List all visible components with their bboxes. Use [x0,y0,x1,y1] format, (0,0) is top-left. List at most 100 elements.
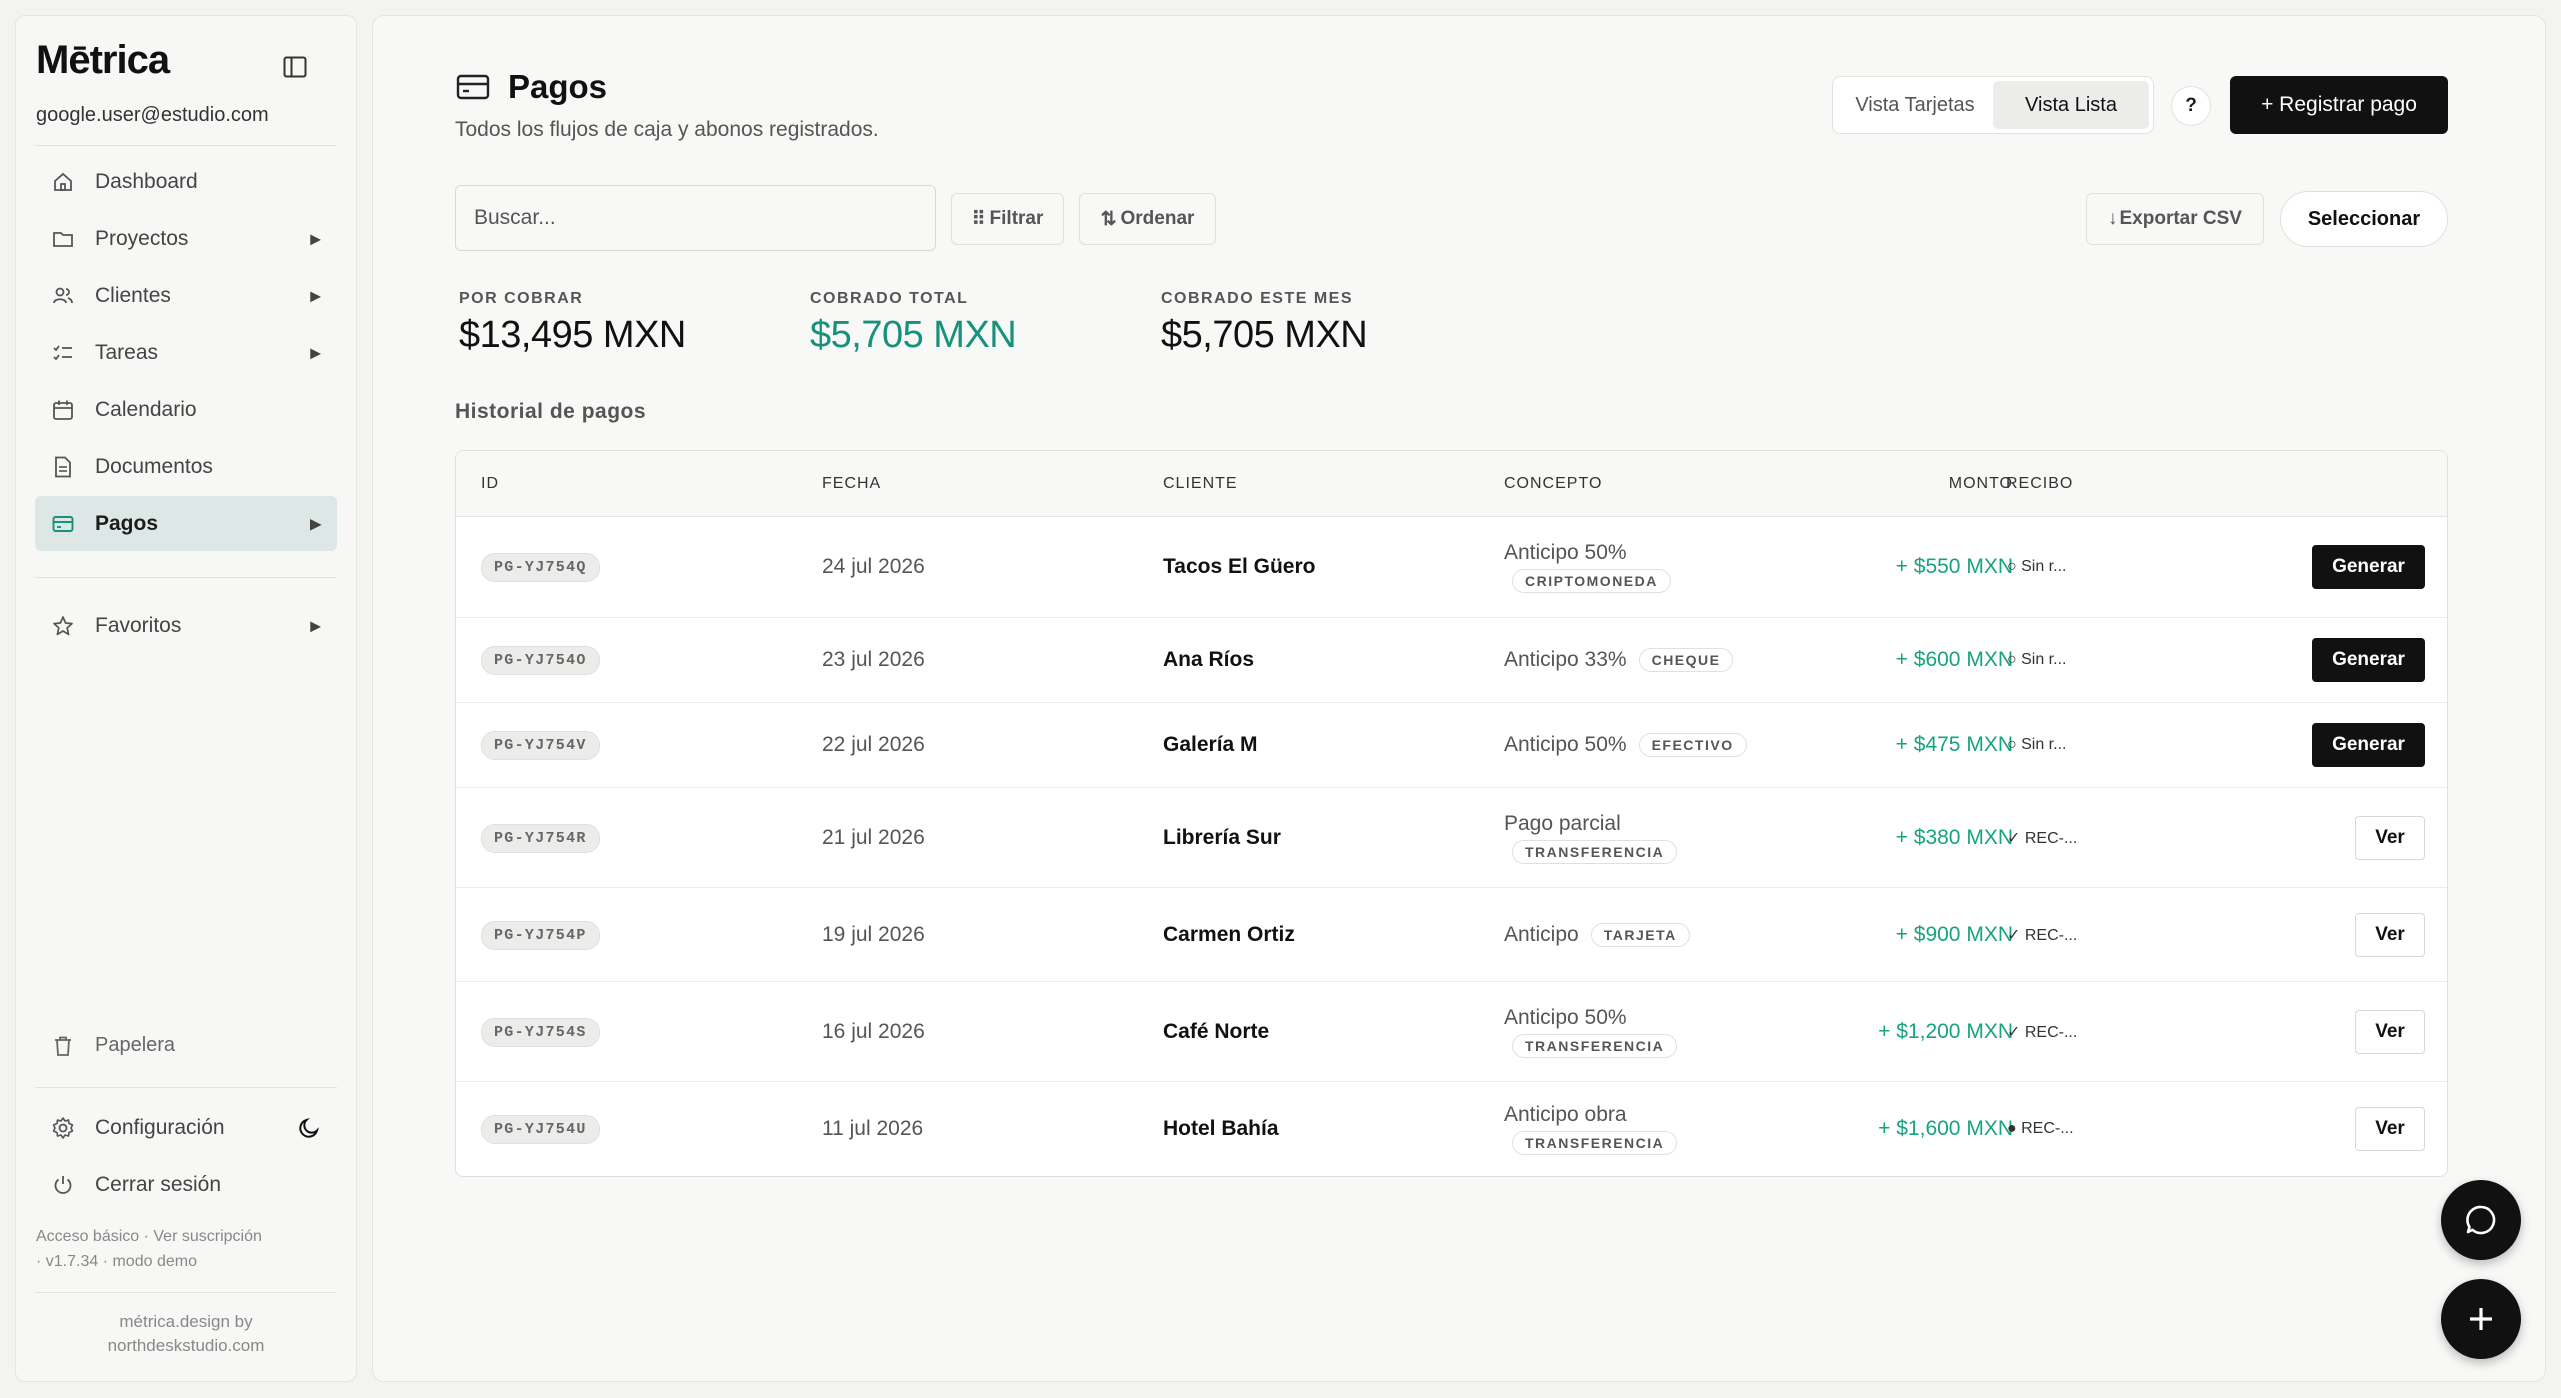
column-header-id[interactable]: ID [481,475,499,493]
payment-concept: Anticipo 33% CHEQUE [1504,648,1804,672]
table-row[interactable]: PG-YJ754V 22 jul 2026 Galería M Anticipo 50… [456,703,2447,788]
receipt-status: ✓ REC-... [2007,1023,2078,1041]
sidebar-item-label: Favoritos [95,613,182,637]
view-receipt-button[interactable]: Ver [2355,912,2425,957]
column-header-monto[interactable]: MONTO [1893,475,2013,493]
sidebar-item-papelera[interactable]: Papelera [35,1018,337,1073]
sidebar-item-configuracion[interactable]: Configuración [35,1100,337,1155]
expand-arrow-icon[interactable]: ▶ [310,515,321,532]
table-row[interactable]: PG-YJ754P 19 jul 2026 Carmen Ortiz Anticipo… [456,888,2447,982]
column-header-recibo[interactable]: RECIBO [2006,475,2073,493]
sidebar-item-proyectos[interactable]: Proyectos ▶ [35,211,337,266]
expand-arrow-icon[interactable]: ▶ [310,344,321,361]
expand-arrow-icon[interactable]: ▶ [310,230,321,247]
sidebar-toggle-icon[interactable] [280,52,310,82]
sidebar-item-favoritos[interactable]: Favoritos ▶ [35,598,337,653]
sidebar-item-label: Papelera [95,1034,176,1056]
credit-line[interactable]: métrica.design by [35,1310,337,1334]
sidebar-item-tareas[interactable]: Tareas ▶ [35,325,337,380]
search-input[interactable] [455,185,936,251]
client-name[interactable]: Tacos El Güero [1163,555,1316,579]
stat-label: POR COBRAR [459,290,584,307]
table-row[interactable]: PG-YJ754R 21 jul 2026 Librería Sur Pago par… [456,788,2447,888]
sidebar-item-label: Configuración [95,1115,225,1139]
stat-value: $13,495 MXN [459,314,686,356]
payment-method-tag: TARJETA [1590,922,1690,947]
client-name[interactable]: Ana Ríos [1163,648,1254,672]
sidebar-item-logout[interactable]: Cerrar sesión [35,1157,337,1212]
client-name[interactable]: Galería M [1163,733,1258,757]
view-receipt-button[interactable]: Ver [2355,1009,2425,1054]
credit-link[interactable]: northdeskstudio.com [35,1334,337,1358]
generate-receipt-button[interactable]: Generar [2312,638,2425,682]
plan-line[interactable]: Acceso básico · Ver suscripción [36,1224,262,1249]
column-header-fecha[interactable]: FECHA [822,475,881,493]
payment-id-badge[interactable]: PG-YJ754S [481,1017,600,1047]
view-receipt-button[interactable]: Ver [2355,1107,2425,1151]
receipt-status: ● REC-... [2007,1120,2074,1137]
sidebar-item-label: Calendario [95,397,197,421]
payment-id-badge[interactable]: PG-YJ754Q [481,553,600,582]
table-row[interactable]: PG-YJ754O 23 jul 2026 Ana Ríos Anticipo 33%… [456,618,2447,703]
expand-arrow-icon[interactable]: ▶ [310,287,321,304]
sort-button[interactable]: ⇅ Ordenar [1079,193,1216,245]
sidebar-item-label: Dashboard [95,169,198,193]
export-label: Exportar CSV [2119,208,2242,229]
generate-receipt-button[interactable]: Generar [2312,545,2425,589]
payment-id-badge[interactable]: PG-YJ754P [481,920,600,950]
moon-icon[interactable] [297,1116,321,1140]
payment-method-tag: TRANSFERENCIA [1512,1033,1678,1058]
client-name[interactable]: Hotel Bahía [1163,1117,1279,1141]
sidebar-item-pagos[interactable]: Pagos ▶ [35,496,337,551]
expand-arrow-icon[interactable]: ▶ [310,617,321,634]
sidebar-item-calendario[interactable]: Calendario [35,382,337,437]
payment-date: 21 jul 2026 [822,825,925,849]
client-name[interactable]: Librería Sur [1163,826,1281,850]
trash-icon [51,1034,75,1058]
register-payment-button[interactable]: + Registrar pago [2230,76,2448,134]
view-receipt-button[interactable]: Ver [2355,815,2425,860]
chat-button[interactable] [2441,1180,2521,1260]
sidebar-item-dashboard[interactable]: Dashboard [35,154,337,209]
tasks-icon [51,341,75,365]
bottom-nav: Configuración Cerrar sesión [35,1100,337,1214]
client-name[interactable]: Carmen Ortiz [1163,923,1295,947]
table-row[interactable]: PG-YJ754S 16 jul 2026 Café Norte Anticipo 5… [456,982,2447,1082]
version-line: · v1.7.34 · modo demo [36,1253,197,1270]
payment-date: 24 jul 2026 [822,555,925,578]
table-row[interactable]: PG-YJ754U 11 jul 2026 Hotel Bahía Anticipo … [456,1082,2447,1176]
payment-concept: Anticipo obra TRANSFERENCIA [1504,1103,1804,1155]
select-button[interactable]: Seleccionar [2280,191,2448,247]
payment-amount: + $600 MXN [1895,648,2013,671]
main-nav: Dashboard Proyectos ▶ Clientes ▶ Tareas … [35,154,337,553]
table-row[interactable]: PG-YJ754Q 24 jul 2026 Tacos El Güero Antici… [456,517,2447,618]
generate-receipt-button[interactable]: Generar [2312,723,2425,767]
add-button[interactable] [2441,1279,2521,1359]
payment-id-badge[interactable]: PG-YJ754U [481,1115,600,1144]
receipt-status: ○ Sin r... [2007,558,2067,575]
grip-icon: ⠿ [971,208,986,230]
view-list-tab[interactable]: Vista Lista [1993,81,2149,129]
help-button[interactable]: ? [2171,86,2211,126]
column-header-cliente[interactable]: CLIENTE [1163,475,1238,493]
export-csv-button[interactable]: ↓ Exportar CSV [2086,193,2264,245]
payment-method-tag: EFECTIVO [1638,733,1747,757]
payment-date: 22 jul 2026 [822,733,925,756]
chat-icon [2466,1205,2496,1235]
concept-text: Anticipo 50% [1504,541,1627,564]
payment-id-badge[interactable]: PG-YJ754V [481,731,600,760]
payment-method-tag: CRIPTOMONEDA [1512,569,1671,593]
sidebar-item-documentos[interactable]: Documentos [35,439,337,494]
view-cards-tab[interactable]: Vista Tarjetas [1837,81,1993,129]
brand-logo[interactable]: Mētrica [36,38,170,83]
sidebar-item-label: Pagos [95,511,159,535]
sidebar-item-clientes[interactable]: Clientes ▶ [35,268,337,323]
payment-concept: Anticipo 50% CRIPTOMONEDA [1504,541,1804,593]
filter-button[interactable]: ⠿ Filtrar [951,193,1064,245]
payment-id-badge[interactable]: PG-YJ754R [481,823,600,853]
column-header-concepto[interactable]: CONCEPTO [1504,475,1602,493]
card-icon [456,74,490,100]
payment-date: 19 jul 2026 [822,922,925,946]
client-name[interactable]: Café Norte [1163,1020,1269,1044]
payment-id-badge[interactable]: PG-YJ754O [481,646,600,675]
